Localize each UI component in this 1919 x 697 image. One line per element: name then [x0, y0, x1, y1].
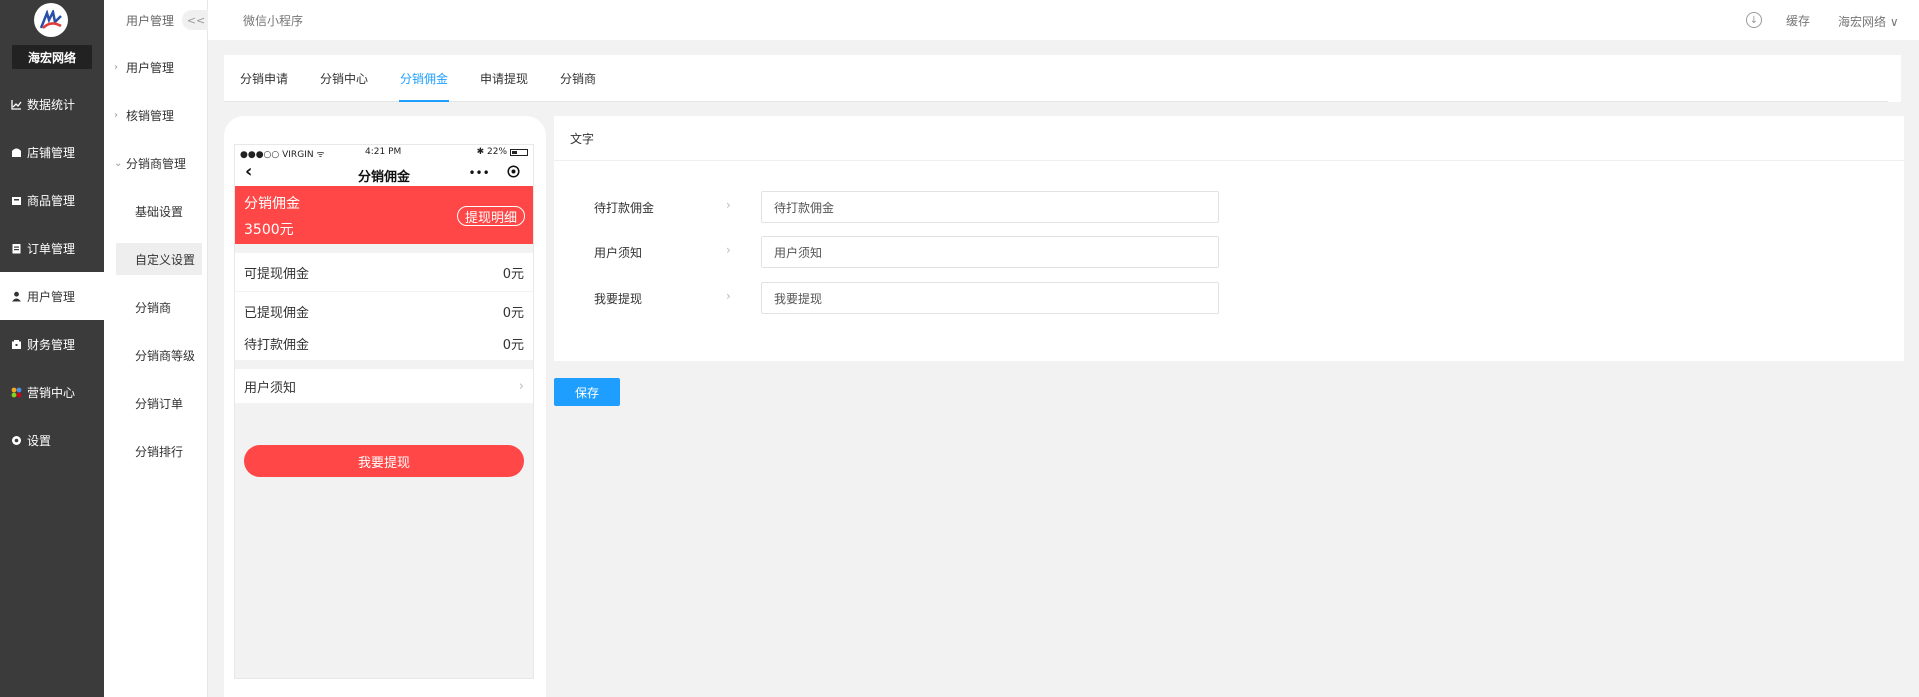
- goods-icon: [10, 194, 22, 206]
- nav-item-settings[interactable]: 设置: [0, 416, 104, 464]
- marketing-icon: [10, 386, 22, 398]
- sub-group-label: 分销商管理: [126, 156, 187, 171]
- nav-item-data-stats[interactable]: 数据统计: [0, 80, 104, 128]
- brand-name: 海宏网络: [12, 45, 92, 69]
- tab-divider: [224, 101, 1888, 102]
- tab-distribution-apply[interactable]: 分销申请: [240, 55, 288, 102]
- status-battery: ✱ 22%: [477, 147, 528, 157]
- nav-item-label: 商品管理: [27, 193, 76, 208]
- nav-item-finance[interactable]: 财务管理: [0, 320, 104, 368]
- nav-item-label: 营销中心: [27, 385, 76, 400]
- sub-item-custom-settings[interactable]: 自定义设置: [116, 243, 202, 275]
- close-target-icon[interactable]: [506, 165, 520, 181]
- withdraw-button[interactable]: 我要提现: [244, 445, 524, 477]
- nav-item-label: 设置: [27, 433, 52, 448]
- commission-row-withdrawn: 已提现佣金 0元: [235, 292, 533, 330]
- chevron-right-icon: ›: [114, 109, 118, 121]
- sub-group-user-management[interactable]: › 用户管理: [114, 52, 206, 82]
- row-label: 待打款佣金: [244, 337, 310, 353]
- nav-item-goods[interactable]: 商品管理: [0, 176, 104, 224]
- finance-icon: [10, 338, 22, 350]
- collapse-sidebar-button[interactable]: <<: [182, 10, 210, 30]
- tab-distribution-center[interactable]: 分销中心: [320, 55, 368, 102]
- brand-logo-icon: [39, 10, 62, 29]
- main-sidebar: 海宏网络 数据统计 店铺管理 商品管理 订单管理 用户管理 财务管理 营销中心: [0, 0, 104, 697]
- active-tab-indicator: [399, 100, 449, 102]
- brand-logo: [34, 3, 68, 37]
- sub-sidebar: 用户管理 << › 用户管理 › 核销管理 ⌄ 分销商管理 基础设置 自定义设置 分销…: [104, 0, 210, 697]
- phone-screen: ●●●○○ VIRGIN ᯤ 4:21 PM ✱ 22% ‹ 分销佣金 ••• …: [234, 144, 534, 679]
- battery-percent: ✱ 22%: [476, 147, 507, 157]
- pending-commission-input[interactable]: [761, 191, 1219, 223]
- phone-status-bar: ●●●○○ VIRGIN ᯤ 4:21 PM ✱ 22%: [235, 145, 533, 160]
- withdraw-detail-button[interactable]: 提现明细: [457, 206, 525, 226]
- row-label: 已提现佣金: [244, 305, 310, 321]
- sub-group-verification[interactable]: › 核销管理: [114, 100, 206, 130]
- nav-item-orders[interactable]: 订单管理: [0, 224, 104, 272]
- store-icon: [10, 146, 22, 158]
- commission-row-pending: 待打款佣金 0元: [235, 326, 533, 360]
- field-label-notice: 用户须知: [594, 246, 643, 260]
- nav-item-users[interactable]: 用户管理: [0, 272, 104, 320]
- user-notice-row[interactable]: 用户须知 ›: [235, 369, 533, 403]
- commission-amount: 3500元: [244, 222, 294, 238]
- row-label: 可提现佣金: [244, 266, 310, 282]
- sub-item-distributors[interactable]: 分销商: [116, 291, 202, 323]
- sub-item-distribution-ranking[interactable]: 分销排行: [116, 435, 202, 467]
- user-notice-input[interactable]: [761, 236, 1219, 268]
- text-settings-panel: 文字 待打款佣金 › 用户须知 › 我要提现 ›: [554, 116, 1904, 361]
- field-label-pending: 待打款佣金: [594, 201, 655, 215]
- chevron-right-icon: ›: [114, 61, 118, 73]
- nav-item-store[interactable]: 店铺管理: [0, 128, 104, 176]
- top-header: 微信小程序: [208, 0, 1919, 40]
- cache-button[interactable]: 缓存: [1786, 12, 1810, 29]
- panel-title: 文字: [554, 116, 1904, 161]
- nav-item-label: 财务管理: [27, 337, 76, 352]
- nav-item-label: 数据统计: [27, 97, 76, 112]
- nav-item-label: 订单管理: [27, 241, 76, 256]
- user-icon: [10, 290, 22, 302]
- breadcrumb[interactable]: 微信小程序: [243, 12, 303, 29]
- sub-group-distributor[interactable]: ⌄ 分销商管理: [114, 148, 206, 178]
- tab-bar: 分销申请 分销中心 分销佣金 申请提现 分销商: [224, 55, 1901, 102]
- sub-group-label: 用户管理: [126, 60, 175, 75]
- row-value: 0元: [502, 266, 524, 282]
- chevron-right-icon: ›: [518, 378, 524, 394]
- sub-group-label: 核销管理: [126, 108, 175, 123]
- phone-preview: ●●●○○ VIRGIN ᯤ 4:21 PM ✱ 22% ‹ 分销佣金 ••• …: [224, 116, 546, 697]
- miniprogram-capsule: •••: [460, 162, 528, 184]
- sub-item-distribution-orders[interactable]: 分销订单: [116, 387, 202, 419]
- withdraw-text-input[interactable]: [761, 282, 1219, 314]
- order-icon: [10, 242, 22, 254]
- carrier-signal: ●●●○○ VIRGIN ᯤ: [240, 150, 325, 160]
- chevron-right-icon: ›: [726, 198, 731, 212]
- chart-line-icon: [10, 98, 22, 110]
- tab-distribution-commission[interactable]: 分销佣金: [400, 55, 448, 102]
- settings-icon: [10, 434, 22, 446]
- nav-item-label: 用户管理: [27, 289, 76, 304]
- nav-item-label: 店铺管理: [27, 145, 76, 160]
- commission-row-withdrawable: 可提现佣金 0元: [235, 253, 533, 291]
- row-value: 0元: [502, 305, 524, 321]
- more-dots-icon[interactable]: •••: [468, 166, 489, 180]
- user-menu[interactable]: 海宏网络 ∨: [1838, 13, 1899, 30]
- chevron-down-icon: ⌄: [114, 157, 123, 169]
- commission-label: 分销佣金: [244, 196, 300, 212]
- sub-item-distributor-levels[interactable]: 分销商等级: [116, 339, 202, 371]
- battery-icon: [510, 148, 528, 156]
- sub-item-basic-settings[interactable]: 基础设置: [116, 195, 202, 227]
- download-icon[interactable]: ↓: [1746, 12, 1762, 28]
- status-time: 4:21 PM: [365, 147, 402, 157]
- nav-item-marketing[interactable]: 营销中心: [0, 368, 104, 416]
- tab-withdraw-apply[interactable]: 申请提现: [480, 55, 528, 102]
- field-label-withdraw: 我要提现: [594, 292, 643, 306]
- row-value: 0元: [502, 337, 524, 353]
- save-button[interactable]: 保存: [554, 378, 620, 406]
- tab-distributors[interactable]: 分销商: [560, 55, 596, 102]
- chevron-right-icon: ›: [726, 289, 731, 303]
- chevron-right-icon: ›: [726, 243, 731, 257]
- phone-title-bar: ‹ 分销佣金 •••: [235, 160, 533, 186]
- row-label: 用户须知: [244, 380, 297, 396]
- commission-header: 分销佣金 3500元 提现明细: [235, 186, 533, 244]
